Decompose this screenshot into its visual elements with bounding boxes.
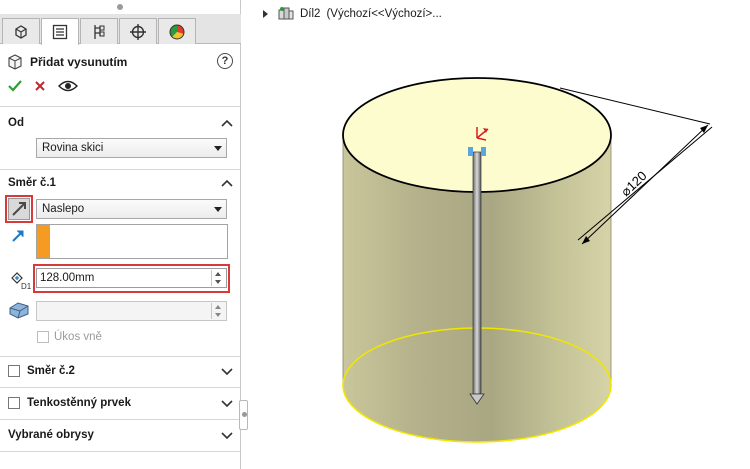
direction-vector-icon (12, 230, 24, 242)
end-condition-select[interactable]: Naslepo (36, 199, 227, 219)
graphics-viewport[interactable]: ⌀120 (242, 0, 750, 469)
property-manager-icon (52, 24, 68, 40)
selection-marker (481, 147, 486, 156)
section-from-title: Od (8, 117, 24, 129)
tab-feature-manager[interactable] (2, 18, 40, 44)
divider (0, 387, 240, 388)
preview-eye-icon[interactable] (58, 79, 78, 93)
dimxpert-icon (130, 23, 146, 40)
selection-marker (468, 147, 473, 156)
dropdown-arrow-icon (214, 207, 222, 212)
depth-input[interactable]: 128.00mm (36, 268, 227, 288)
property-manager-panel: Přidat vysunutím ? Od Rovina skici Směr … (0, 0, 241, 469)
divider (0, 451, 240, 452)
chevron-down-icon[interactable] (221, 398, 233, 408)
spin-down-icon (215, 280, 221, 284)
chevron-down-icon[interactable] (221, 430, 233, 440)
ok-checkmark-icon[interactable] (8, 80, 22, 92)
divider (0, 356, 240, 357)
direction-reference-selection-box[interactable] (36, 224, 228, 259)
tab-property-manager[interactable] (41, 18, 79, 45)
divider (0, 419, 240, 420)
help-icon[interactable]: ? (217, 53, 233, 69)
section-selected-contours-title: Vybrané obrysy (8, 429, 94, 441)
display-manager-icon (169, 24, 185, 39)
cancel-x-icon[interactable] (34, 80, 46, 92)
section-direction2-title: Směr č.2 (27, 365, 75, 377)
from-select-value: Rovina skici (42, 142, 104, 154)
divider (0, 169, 240, 170)
depth-input-value: 128.00mm (40, 272, 95, 284)
section-thin-feature-title: Tenkostěnný prvek (27, 397, 131, 409)
help-label: ? (221, 55, 229, 67)
extrude-feature-icon (8, 54, 22, 70)
draft-outward-label: Úkos vně (54, 331, 102, 343)
action-buttons (8, 79, 78, 93)
spin-up-icon (215, 272, 221, 276)
tab-configuration-manager[interactable] (80, 18, 118, 44)
feature-manager-icon (15, 24, 27, 39)
manager-tab-bar (0, 14, 241, 45)
from-select[interactable]: Rovina skici (36, 138, 227, 158)
extrude-depth-handle[interactable] (472, 151, 482, 395)
section-direction1-title: Směr č.1 (8, 177, 56, 189)
chevron-up-icon[interactable] (221, 178, 233, 188)
end-condition-value: Naslepo (42, 203, 85, 215)
divider (0, 106, 240, 107)
selection-color-marker (37, 225, 50, 258)
svg-text:D1: D1 (21, 282, 31, 290)
reverse-direction-icon (12, 202, 26, 216)
draft-icon[interactable] (8, 300, 30, 320)
draft-angle-spinner[interactable] (211, 303, 225, 319)
spin-up-icon (215, 305, 221, 309)
draft-outward-checkbox[interactable] (37, 331, 49, 343)
reverse-direction-button[interactable] (8, 198, 30, 220)
draft-angle-input[interactable] (36, 301, 227, 321)
chevron-up-icon[interactable] (221, 118, 233, 128)
depth-dimension-icon: D1 (11, 272, 31, 290)
direction2-checkbox[interactable] (8, 365, 20, 377)
chevron-down-icon[interactable] (221, 366, 233, 376)
dropdown-arrow-icon (214, 146, 222, 151)
thin-feature-checkbox[interactable] (8, 397, 20, 409)
panel-grip-dot[interactable] (117, 4, 123, 10)
tab-display-manager[interactable] (158, 18, 196, 44)
property-manager-header: Přidat vysunutím ? (8, 53, 233, 71)
depth-spinner[interactable] (211, 270, 225, 286)
page-title: Přidat vysunutím (30, 55, 128, 69)
spin-down-icon (215, 313, 221, 317)
tab-dimxpert[interactable] (119, 18, 157, 44)
configuration-manager-icon (94, 24, 105, 39)
